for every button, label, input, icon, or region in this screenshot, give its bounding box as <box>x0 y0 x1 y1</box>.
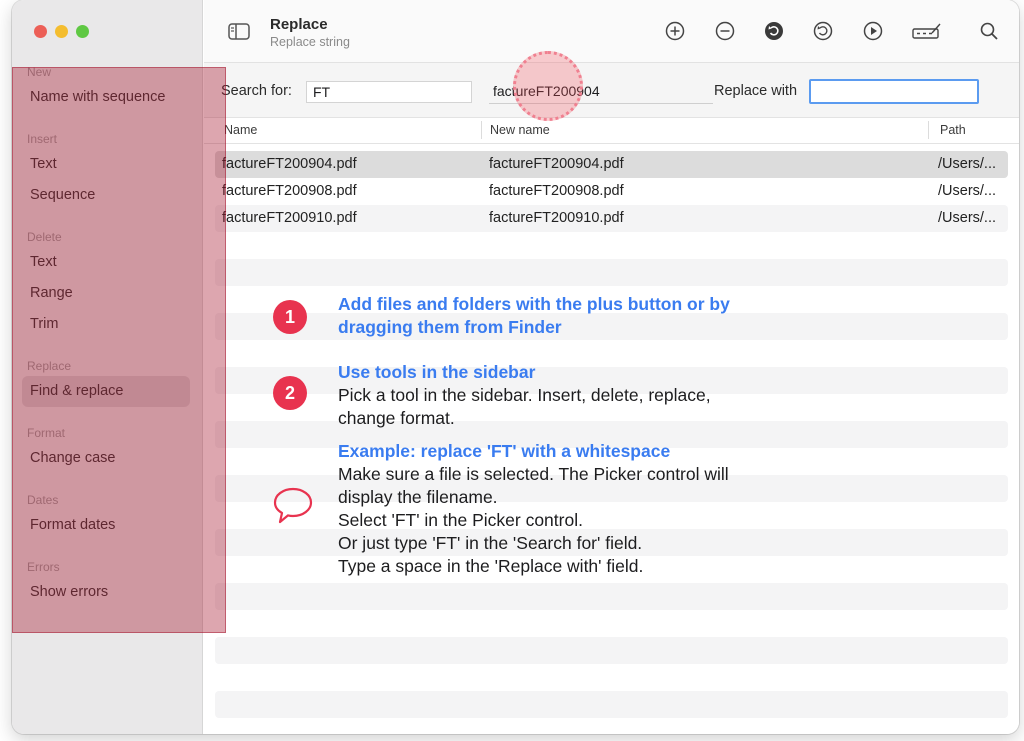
add-icon[interactable] <box>664 20 686 42</box>
empty-row <box>215 448 1008 475</box>
replace-with-label: Replace with <box>714 83 798 99</box>
table-row[interactable]: factureFT200904.pdf factureFT200904.pdf … <box>215 151 1008 178</box>
table-row[interactable]: factureFT200910.pdf factureFT200910.pdf … <box>215 205 1008 232</box>
close-window-button[interactable] <box>34 25 47 38</box>
empty-row <box>215 502 1008 529</box>
empty-row <box>215 475 1008 502</box>
picker-highlight-marker <box>513 51 583 121</box>
cell-new-name: factureFT200910.pdf <box>489 210 624 226</box>
empty-row <box>215 583 1008 610</box>
file-table: factureFT200904.pdf factureFT200904.pdf … <box>215 151 1008 734</box>
cell-new-name: factureFT200904.pdf <box>489 156 624 172</box>
rename-field-icon[interactable] <box>912 20 942 42</box>
empty-row <box>215 637 1008 664</box>
toolbar: Replace Replace string <box>204 0 1019 63</box>
empty-row <box>215 421 1008 448</box>
minimize-window-button[interactable] <box>55 25 68 38</box>
empty-row <box>215 610 1008 637</box>
empty-row <box>215 313 1008 340</box>
sidebar-toggle-icon[interactable] <box>228 23 250 40</box>
search-replace-bar: Search for: FT factureFT200904 Replace w… <box>204 63 1019 118</box>
remove-icon[interactable] <box>714 20 736 42</box>
window-subtitle: Replace string <box>270 35 350 49</box>
empty-row <box>215 367 1008 394</box>
sidebar-highlight-overlay <box>12 67 226 633</box>
cell-path: /Users/... <box>938 183 997 199</box>
window-title: Replace <box>270 16 328 33</box>
zoom-window-button[interactable] <box>76 25 89 38</box>
cell-name: factureFT200910.pdf <box>222 210 357 226</box>
empty-row <box>215 286 1008 313</box>
table-row[interactable]: factureFT200908.pdf factureFT200908.pdf … <box>215 178 1008 205</box>
undo-icon[interactable] <box>812 20 834 42</box>
column-header-name[interactable]: Name <box>224 123 257 137</box>
replace-with-field[interactable] <box>809 79 979 104</box>
column-header-path[interactable]: Path <box>940 123 966 137</box>
empty-row <box>215 664 1008 691</box>
empty-row <box>215 718 1008 734</box>
empty-row <box>215 340 1008 367</box>
cell-path: /Users/... <box>938 210 997 226</box>
play-icon[interactable] <box>862 20 884 42</box>
empty-row <box>215 556 1008 583</box>
undo-filled-icon[interactable] <box>763 20 785 42</box>
empty-row <box>215 232 1008 259</box>
search-icon[interactable] <box>978 20 1000 42</box>
cell-path: /Users/... <box>938 156 997 172</box>
table-header: Name New name Path <box>204 118 1019 144</box>
search-for-field[interactable]: FT <box>306 81 472 103</box>
window-controls <box>34 25 89 38</box>
empty-row <box>215 529 1008 556</box>
empty-row <box>215 259 1008 286</box>
cell-name: factureFT200904.pdf <box>222 156 357 172</box>
main-content: Replace Replace string Search for: FT fa… <box>204 0 1019 734</box>
search-for-label: Search for: <box>221 83 292 99</box>
empty-row <box>215 691 1008 718</box>
cell-new-name: factureFT200908.pdf <box>489 183 624 199</box>
empty-row <box>215 394 1008 421</box>
cell-name: factureFT200908.pdf <box>222 183 357 199</box>
column-header-new-name[interactable]: New name <box>490 123 550 137</box>
app-window: New Name with sequence Insert Text Seque… <box>12 0 1019 734</box>
